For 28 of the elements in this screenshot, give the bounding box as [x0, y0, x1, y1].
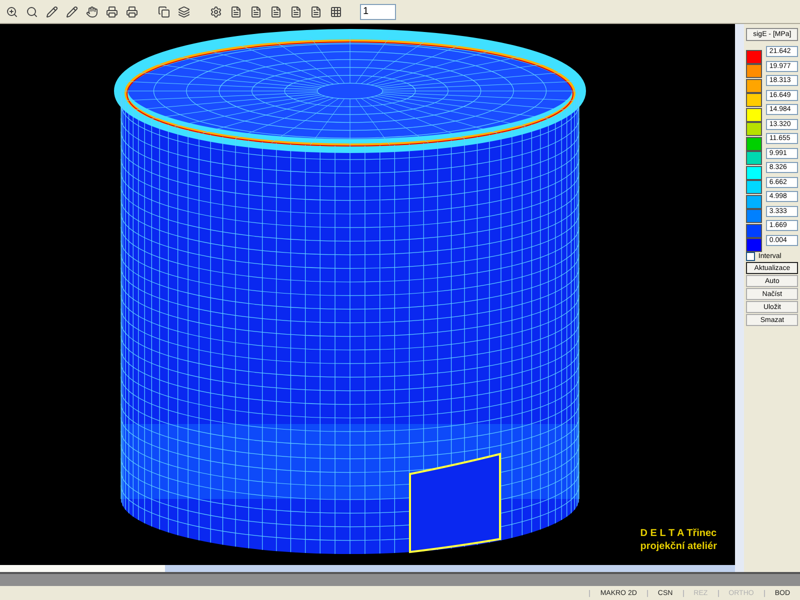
- printer-tool[interactable]: [104, 4, 120, 20]
- company-logo-text: D E L T A Třinec projekční ateliér: [640, 527, 717, 553]
- gear-tool[interactable]: [208, 4, 224, 20]
- zoom-in-icon: [6, 6, 18, 18]
- horizontal-scrollbar[interactable]: [0, 565, 735, 572]
- document-icon: [230, 6, 242, 18]
- vertical-scrollbar[interactable]: [735, 24, 744, 572]
- document-icon: [310, 6, 322, 18]
- printer-icon: [126, 6, 138, 18]
- copy-icon: [158, 6, 170, 18]
- printer-tool[interactable]: [124, 4, 140, 20]
- pencil-icon: [66, 6, 78, 18]
- gear-icon: [210, 6, 222, 18]
- document-icon: [250, 6, 262, 18]
- grid-icon: [330, 6, 342, 18]
- document-icon: [270, 6, 282, 18]
- layers-icon: [178, 6, 190, 18]
- pencil-tool[interactable]: [64, 4, 80, 20]
- hand-tool[interactable]: [84, 4, 100, 20]
- search-icon: [26, 6, 38, 18]
- hand-icon: [86, 6, 98, 18]
- pencil-icon: [46, 6, 58, 18]
- layers-tool[interactable]: [176, 4, 192, 20]
- copy-tool[interactable]: [156, 4, 172, 20]
- pencil-tool[interactable]: [44, 4, 60, 20]
- printer-icon: [106, 6, 118, 18]
- page-field[interactable]: 1: [360, 4, 396, 20]
- document-icon: [290, 6, 302, 18]
